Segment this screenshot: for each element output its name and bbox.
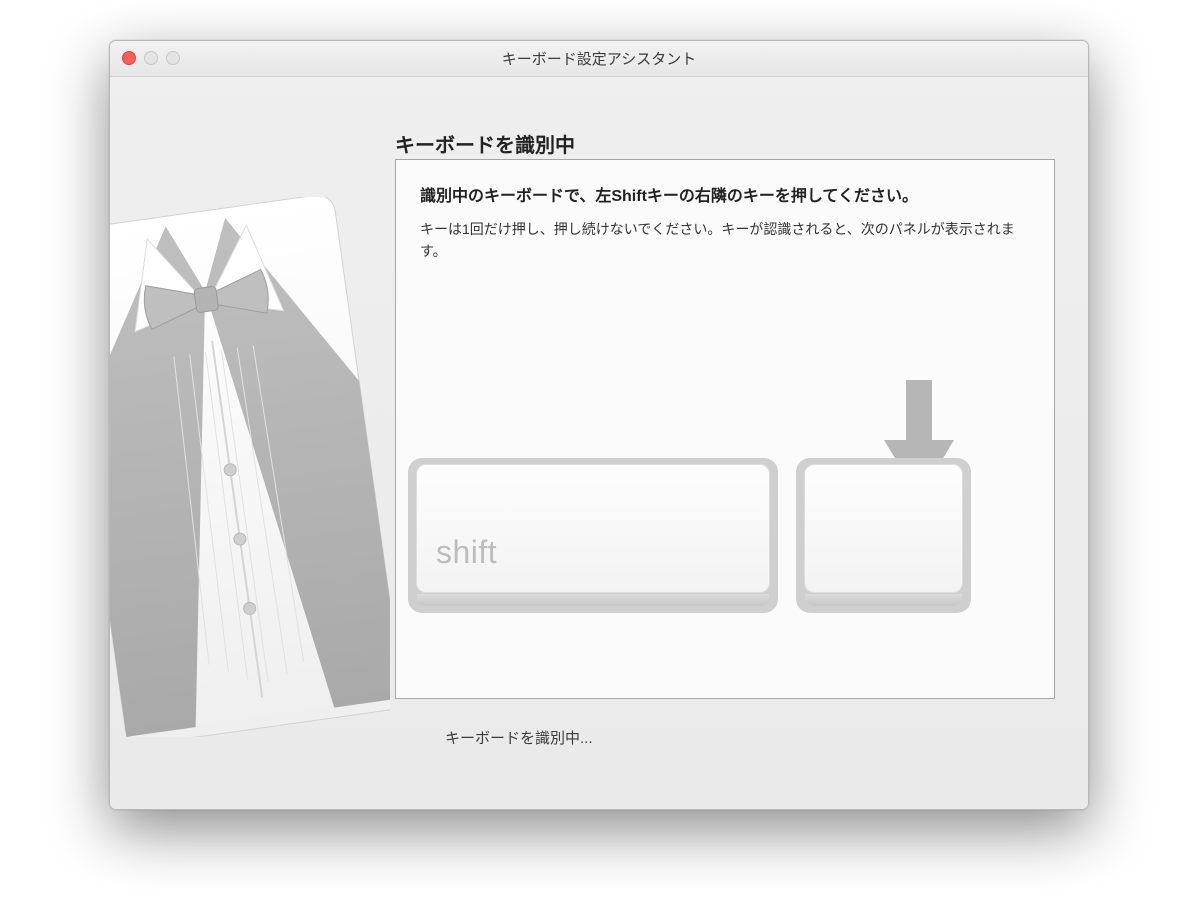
- target-key: [796, 458, 971, 613]
- shift-key: shift: [408, 458, 778, 613]
- zoom-window-button[interactable]: [166, 51, 180, 65]
- tuxedo-illustration: [110, 197, 390, 737]
- instruction-title: 識別中のキーボードで、左Shiftキーの右隣のキーを押してください。: [420, 182, 1030, 206]
- traffic-lights: [122, 51, 180, 65]
- minimize-window-button[interactable]: [144, 51, 158, 65]
- assistant-window: キーボード設定アシスタント: [109, 40, 1089, 810]
- page-heading: キーボードを識別中: [395, 129, 575, 158]
- shift-key-label: shift: [436, 534, 497, 571]
- instruction-panel: 識別中のキーボードで、左Shiftキーの右隣のキーを押してください。 キーは1回…: [395, 159, 1055, 699]
- keyboard-illustration: shift: [408, 458, 1043, 678]
- titlebar: キーボード設定アシスタント: [110, 41, 1088, 77]
- close-window-button[interactable]: [122, 51, 136, 65]
- instruction-description: キーは1回だけ押し、押し続けないでください。キーが認識されると、次のパネルが表示…: [420, 218, 1030, 263]
- content-area: キーボードを識別中 識別中のキーボードで、左Shiftキーの右隣のキーを押してく…: [110, 77, 1088, 809]
- status-text: キーボードを識別中...: [445, 727, 593, 748]
- window-title: キーボード設定アシスタント: [502, 48, 696, 69]
